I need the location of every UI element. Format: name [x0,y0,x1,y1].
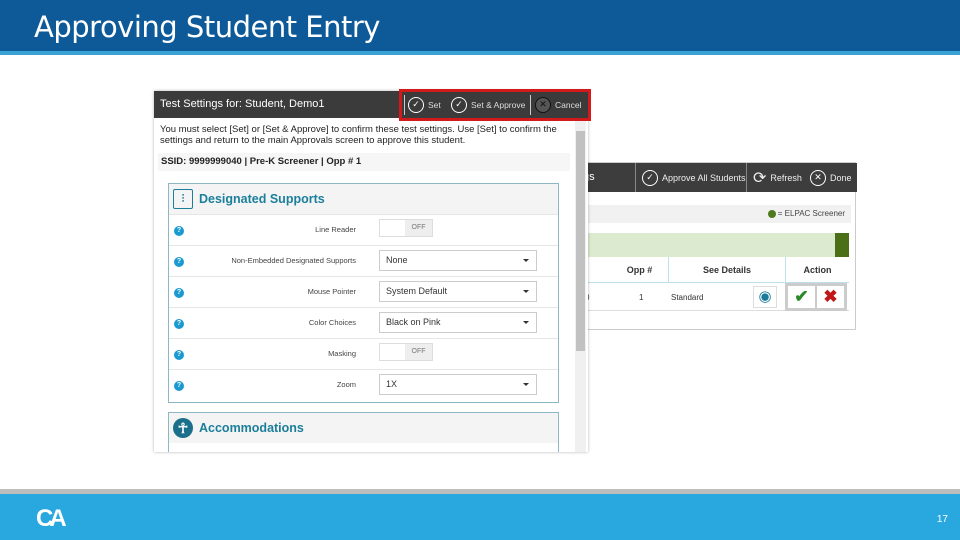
approve-all-button[interactable]: ✓ Approve All Students [635,163,746,192]
approvals-header: gs ✓ Approve All Students ⟳ Refresh ✕ Done [581,163,857,192]
close-circle-icon: ✕ [810,169,826,186]
legend: = ELPAC Screener [581,205,851,223]
accessibility-icon: ☥ [173,418,193,438]
page-number: 17 [936,514,948,525]
deny-x-icon[interactable]: ✖ [817,286,844,308]
select-value: Black on Pink [386,317,441,327]
check-circle-icon: ✓ [642,169,658,186]
done-label: Done [830,172,852,183]
table-header: Opp # See Details Action [581,257,849,283]
done-button[interactable]: ✕ Done [804,163,857,192]
approve-all-label: Approve All Students [662,172,746,183]
eye-icon[interactable]: ◉ [753,286,777,308]
divider [404,95,405,115]
caret-down-icon [523,290,529,293]
help-icon[interactable]: ? [174,257,184,267]
ssid-line: SSID: 9999999040 | Pre-K Screener | Opp … [158,153,570,171]
elpac-dot-icon [767,209,776,218]
caret-down-icon [523,321,529,324]
toggle-switch[interactable]: OFF [379,343,433,361]
section-title: Designated Supports [199,192,325,206]
setting-label: Non-Embedded Designated Supports [231,256,356,265]
setting-row: ? Mouse Pointer System Default [169,276,558,307]
check-circle-icon: ✓ [408,96,424,113]
help-icon[interactable]: ? [174,350,184,360]
set-button[interactable]: ✓ Set [408,91,441,118]
dialog-message: You must select [Set] or [Set & Approve]… [160,124,557,146]
caret-down-icon [523,259,529,262]
action-cell: ✔ ✖ [785,283,847,311]
select-value: 1X [386,379,398,389]
col-see-details: See Details [668,257,785,283]
close-circle-icon: ✕ [535,96,551,113]
col-opp: Opp # [626,265,653,275]
setting-label: Zoom [336,380,356,389]
set-approve-button[interactable]: ✓ Set & Approve [451,91,525,118]
test-settings-dialog: Test Settings for: Student, Demo1 You mu… [154,91,588,452]
setting-label: Line Reader [315,225,356,234]
refresh-icon: ⟳ [753,169,767,187]
cell-details: Standard [671,293,704,302]
legend-text: = ELPAC Screener [777,209,845,218]
set-label: Set [428,99,441,110]
section-title: Accommodations [199,421,304,435]
group-bar-end [835,233,849,257]
setting-row: ? Line Reader OFF [169,214,558,245]
table-row: 0 1 Standard ◉ ✔ ✖ [581,283,849,311]
select-value: System Default [386,286,448,296]
designated-supports-header: ⫶ Designated Supports [169,184,558,214]
help-icon[interactable]: ? [174,319,184,329]
setting-row: ? Zoom 1X [169,369,558,400]
toggle-switch[interactable]: OFF [379,219,433,237]
refresh-label: Refresh [770,172,802,183]
select-value: None [386,255,408,265]
col-action: Action [785,257,849,283]
setting-label: Color Choices [308,318,356,327]
set-approve-label: Set & Approve [471,99,526,110]
ca-logo: CA [36,505,67,532]
cancel-label: Cancel [555,99,582,110]
accommodations-section: ☥ Accommodations [168,412,559,452]
accommodations-header: ☥ Accommodations [169,413,558,443]
check-circle-icon: ✓ [451,96,467,113]
select-dropdown[interactable]: Black on Pink [379,312,537,333]
refresh-button[interactable]: ⟳ Refresh [746,163,804,192]
header-strip [0,51,960,55]
setting-label: Mouse Pointer [307,287,356,296]
help-icon[interactable]: ? [174,381,184,391]
slide-footer [0,494,960,540]
select-dropdown[interactable]: System Default [379,281,537,302]
setting-row: ? Color Choices Black on Pink [169,307,558,338]
caret-down-icon [523,383,529,386]
approvals-panel: gs ✓ Approve All Students ⟳ Refresh ✕ Done … [580,162,857,330]
setting-row: ? Masking OFF [169,338,558,369]
divider [530,95,531,115]
toggle-state: OFF [405,220,432,236]
scrollbar-thumb[interactable] [576,131,585,351]
slide-title: Approving Student Entry [34,10,380,44]
approve-check-icon[interactable]: ✔ [788,286,815,308]
toggle-state: OFF [405,344,432,360]
select-dropdown[interactable]: 1X [379,374,537,395]
sliders-icon: ⫶ [173,189,193,209]
setting-row: ? Non-Embedded Designated Supports None [169,245,558,276]
group-bar [581,233,849,257]
setting-label: Masking [328,349,356,358]
cancel-button[interactable]: ✕ Cancel [535,91,581,118]
designated-supports-section: ⫶ Designated Supports ? Line Reader OFF? Non… [168,183,559,403]
cell-opp: 1 [639,293,644,302]
help-icon[interactable]: ? [174,288,184,298]
help-icon[interactable]: ? [174,226,184,236]
select-dropdown[interactable]: None [379,250,537,271]
